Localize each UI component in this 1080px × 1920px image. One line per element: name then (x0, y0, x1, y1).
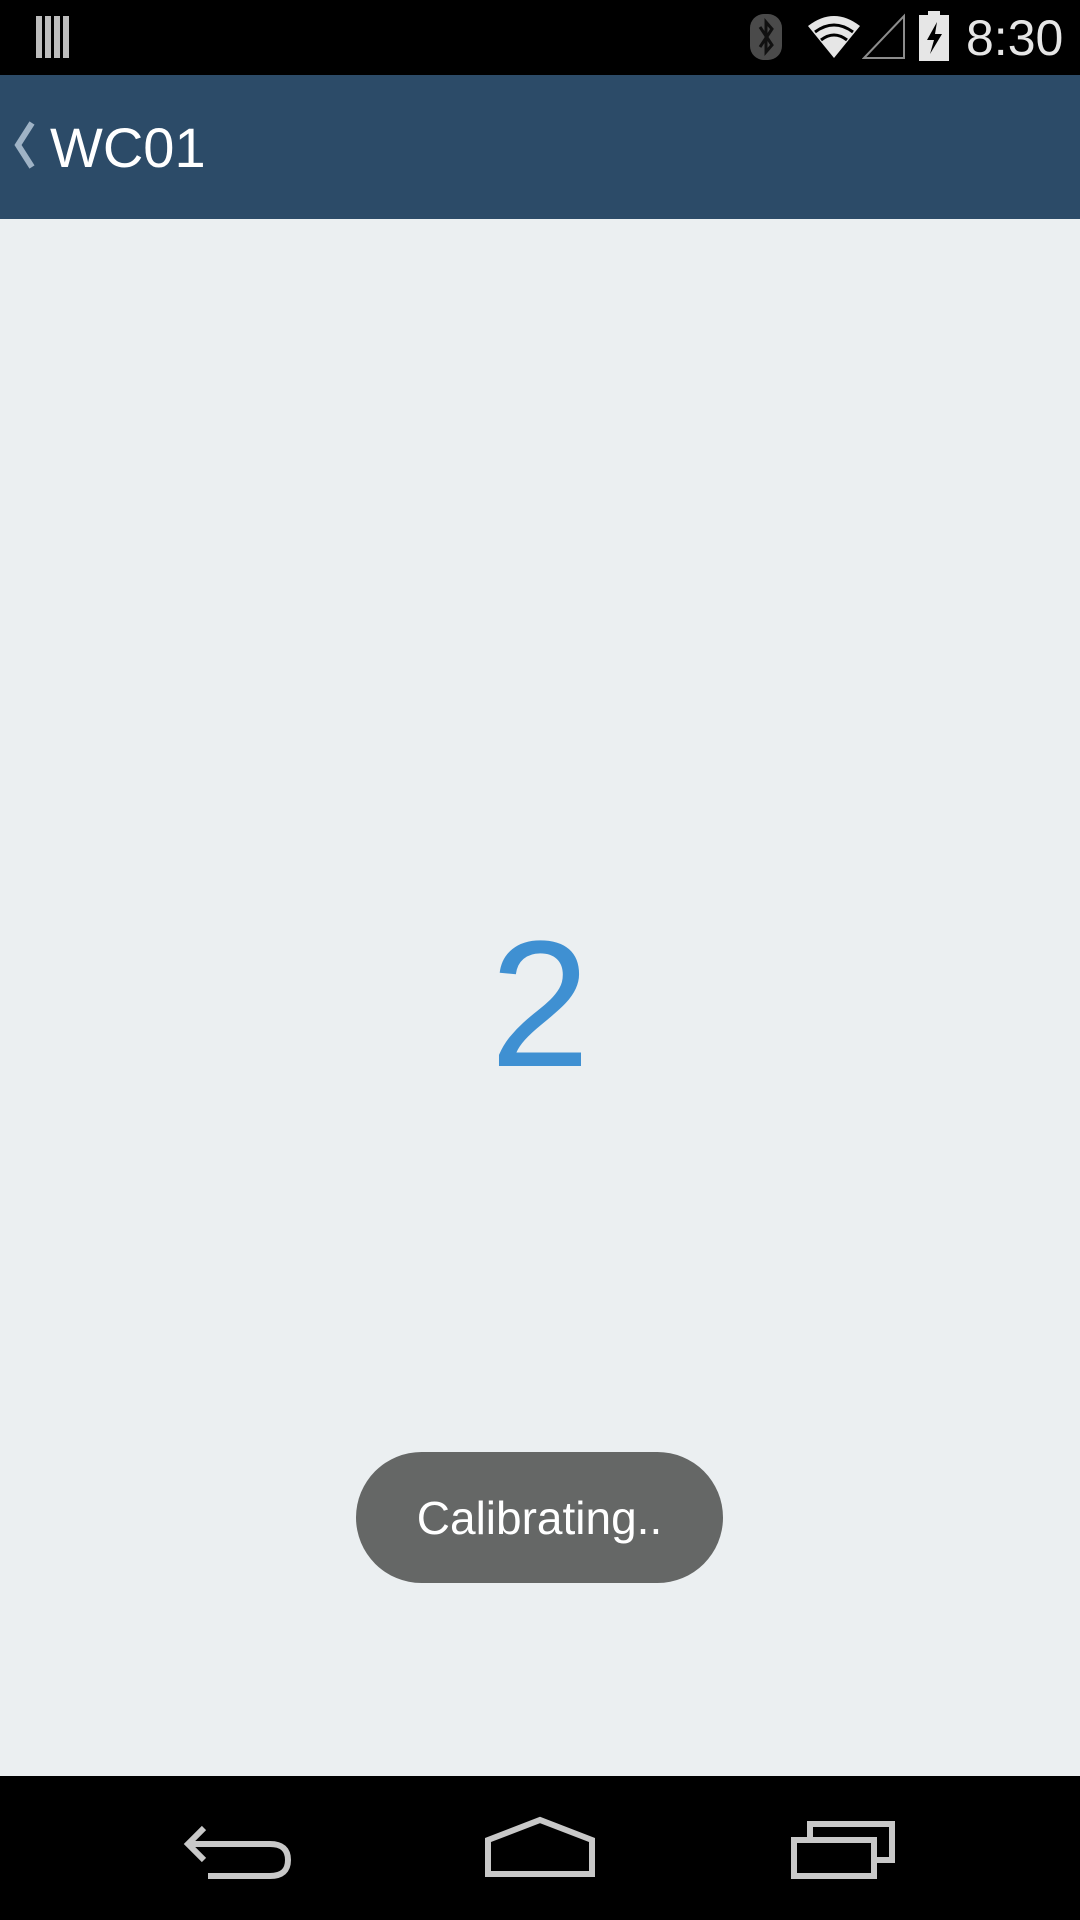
toast-message: Calibrating.. (416, 1491, 663, 1544)
page-title[interactable]: WC01 (50, 113, 206, 183)
notification-bars-icon (36, 16, 69, 58)
battery-charging-icon (919, 11, 949, 61)
status-time: 8:30 (966, 10, 1064, 66)
countdown-number: 2 (489, 904, 591, 1105)
wifi-icon (808, 16, 860, 58)
cell-signal-icon (862, 13, 905, 59)
app-bar: WC01 (0, 75, 1080, 219)
status-bar: 8:30 (0, 0, 1080, 75)
home-icon[interactable] (480, 1814, 600, 1884)
chevron-left-icon[interactable] (10, 119, 36, 171)
recents-icon[interactable] (780, 1814, 900, 1884)
navigation-bar (0, 1776, 1080, 1920)
toast: Calibrating.. (356, 1452, 723, 1583)
bluetooth-icon (750, 14, 782, 60)
back-icon[interactable] (180, 1814, 300, 1884)
